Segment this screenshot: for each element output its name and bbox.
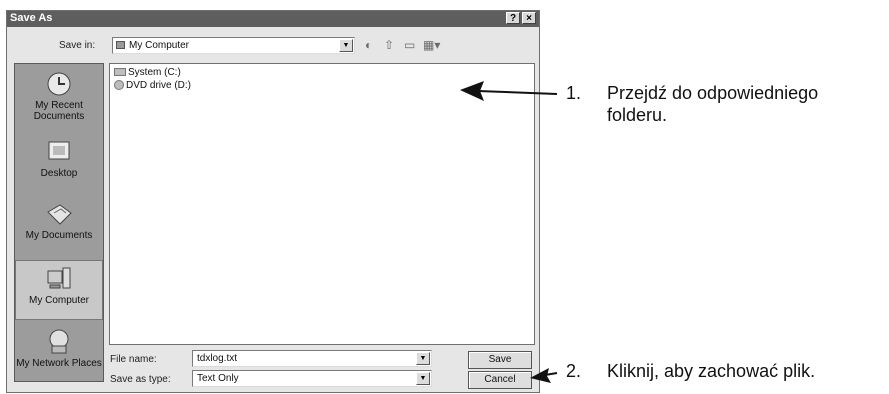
arrow-step1 bbox=[460, 81, 558, 101]
step2-number: 2. bbox=[566, 361, 582, 381]
step1-text-line2: folderu. bbox=[607, 105, 668, 125]
annotation-arrows bbox=[460, 81, 558, 383]
step2-text: Kliknij, aby zachować plik. bbox=[607, 361, 816, 381]
arrow-step2 bbox=[530, 368, 558, 383]
step1-text-line1: Przejdź do odpowiedniego bbox=[607, 83, 819, 103]
step1-number: 1. bbox=[566, 83, 582, 103]
